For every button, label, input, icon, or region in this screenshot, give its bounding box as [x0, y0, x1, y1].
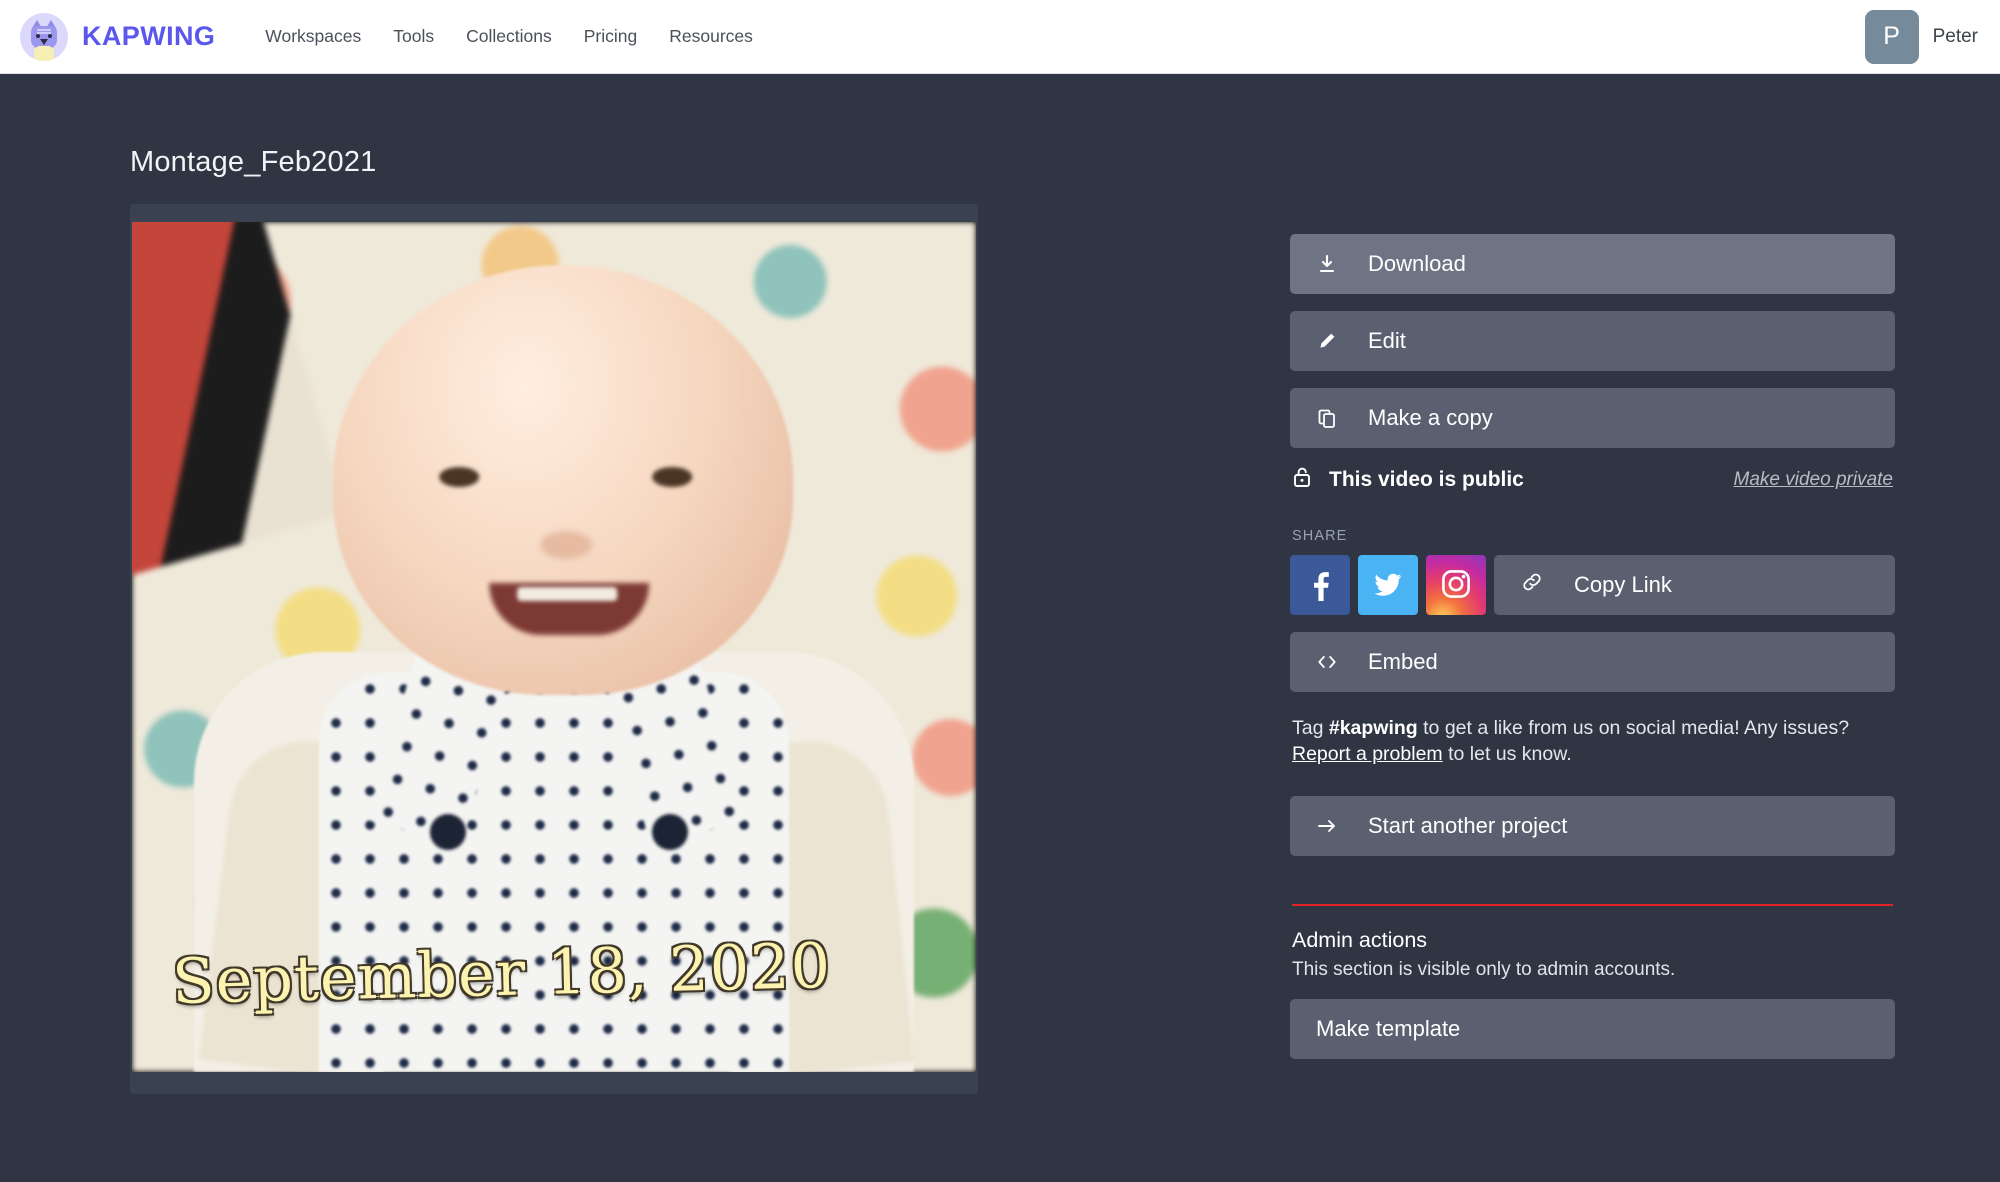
instagram-icon [1439, 567, 1473, 604]
actions-panel: Download Edit Make a copy [1290, 74, 1895, 1094]
start-another-project-button[interactable]: Start another project [1290, 796, 1895, 856]
nav-item-resources[interactable]: Resources [653, 26, 769, 47]
admin-actions-subtitle: This section is visible only to admin ac… [1292, 959, 1893, 981]
video-privacy-row: This video is public Make video private [1290, 465, 1895, 494]
main-nav: Workspaces Tools Collections Pricing Res… [249, 26, 769, 47]
edit-button[interactable]: Edit [1290, 311, 1895, 371]
edit-button-label: Edit [1368, 328, 1406, 354]
brand-name: KAPWING [82, 21, 215, 52]
user-account-menu[interactable]: P Peter [1865, 10, 1978, 64]
embed-button[interactable]: Embed [1290, 632, 1895, 692]
embed-button-label: Embed [1368, 649, 1438, 675]
code-brackets-icon [1316, 652, 1338, 672]
instagram-share-button[interactable] [1426, 555, 1486, 615]
tag-note: Tag #kapwing to get a like from us on so… [1292, 716, 1852, 768]
admin-actions-title: Admin actions [1292, 928, 1893, 953]
copy-icon [1316, 408, 1338, 428]
kapwing-cat-logo-icon [20, 13, 68, 61]
nav-item-collections[interactable]: Collections [450, 26, 568, 47]
download-button[interactable]: Download [1290, 234, 1895, 294]
open-padlock-icon [1292, 465, 1312, 494]
make-video-private-link[interactable]: Make video private [1734, 469, 1893, 491]
player-column: Montage_Feb2021 [130, 74, 978, 1094]
make-a-copy-button[interactable]: Make a copy [1290, 388, 1895, 448]
report-a-problem-link[interactable]: Report a problem [1292, 743, 1443, 765]
nav-item-workspaces[interactable]: Workspaces [249, 26, 377, 47]
admin-section-divider [1292, 904, 1893, 906]
make-template-button[interactable]: Make template [1290, 999, 1895, 1059]
share-section-label: SHARE [1292, 528, 1895, 544]
pencil-icon [1316, 331, 1338, 351]
tag-note-prefix: Tag [1292, 717, 1329, 739]
tag-note-middle: to get a like from us on social media! A… [1418, 717, 1849, 739]
tag-note-hashtag: #kapwing [1329, 717, 1418, 739]
project-page: Montage_Feb2021 [0, 74, 2000, 1182]
facebook-share-button[interactable] [1290, 555, 1350, 615]
link-icon [1520, 570, 1544, 600]
arrow-right-icon [1316, 816, 1338, 836]
copy-link-button[interactable]: Copy Link [1494, 555, 1895, 615]
make-a-copy-button-label: Make a copy [1368, 405, 1493, 431]
page-title: Montage_Feb2021 [130, 146, 978, 179]
privacy-status-text: This video is public [1329, 468, 1524, 492]
video-surface[interactable]: September 18, 2020 [132, 222, 976, 1072]
page-content: Montage_Feb2021 [0, 74, 2000, 1094]
share-row: Copy Link [1290, 555, 1895, 615]
nav-item-pricing[interactable]: Pricing [568, 26, 654, 47]
start-another-project-label: Start another project [1368, 813, 1567, 839]
tag-note-suffix: to let us know. [1443, 743, 1572, 765]
video-frame-image [132, 222, 976, 1072]
download-icon [1316, 254, 1338, 274]
facebook-icon [1303, 567, 1337, 604]
nav-item-tools[interactable]: Tools [377, 26, 450, 47]
user-name: Peter [1933, 26, 1978, 48]
top-navigation-bar: KAPWING Workspaces Tools Collections Pri… [0, 0, 2000, 74]
copy-link-label: Copy Link [1574, 572, 1672, 598]
twitter-share-button[interactable] [1358, 555, 1418, 615]
twitter-icon [1371, 567, 1405, 604]
avatar: P [1865, 10, 1919, 64]
kapwing-brand-home-link[interactable]: KAPWING [20, 13, 215, 61]
make-template-label: Make template [1316, 1016, 1460, 1042]
video-player[interactable]: September 18, 2020 [130, 204, 978, 1094]
download-button-label: Download [1368, 251, 1466, 277]
